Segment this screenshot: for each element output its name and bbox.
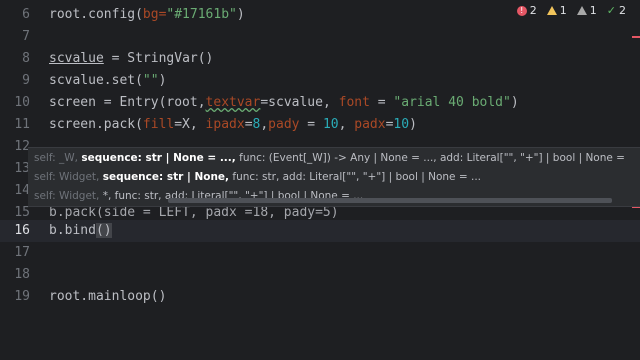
- line-number: 13: [14, 161, 30, 176]
- code-token: (): [95, 223, 112, 238]
- code-line[interactable]: root.config(bg="#17161b"): [49, 4, 245, 26]
- code-token: scvalue.set(: [49, 73, 143, 88]
- code-line[interactable]: scvalue.set(""): [49, 70, 166, 92]
- errors-count-value: 2: [529, 4, 537, 17]
- code-token: = StringVar(): [103, 51, 214, 66]
- signature-row[interactable]: self: _W, sequence: str | None = ..., fu…: [34, 149, 625, 167]
- param-dim: self: _W,: [34, 152, 79, 164]
- code-token: 10: [322, 117, 339, 132]
- code-token-warning: textvar: [205, 95, 261, 110]
- inspections-widget[interactable]: ! 2 1 1 ✓ 2: [516, 4, 626, 17]
- code-token: =scvalue,: [260, 95, 339, 110]
- line-number: 18: [14, 267, 30, 282]
- code-token: =X,: [174, 117, 206, 132]
- line-number: 17: [14, 245, 30, 260]
- signature-row[interactable]: self: Widget, sequence: str | None, func…: [34, 168, 481, 186]
- line-number-current: 16: [14, 223, 30, 238]
- param-dim: self: Widget,: [34, 190, 100, 202]
- error-marker[interactable]: [632, 36, 640, 38]
- param-rest: func: (Event[_W]) -> Any | None = ..., a…: [235, 152, 625, 164]
- code-token: "": [142, 73, 159, 88]
- errors-count[interactable]: ! 2: [516, 4, 537, 17]
- code-token: screen = Entry(root,: [49, 95, 206, 110]
- code-token: root.config(: [49, 7, 143, 22]
- code-token: ): [236, 7, 245, 22]
- warning-icon: [546, 6, 557, 15]
- code-token: 10: [393, 117, 410, 132]
- code-token: fill: [142, 117, 175, 132]
- line-number: 11: [14, 117, 30, 132]
- code-token: ,: [260, 117, 269, 132]
- line-number: 6: [22, 7, 30, 22]
- line-number: 19: [14, 289, 30, 304]
- code-token: scvalue: [49, 51, 104, 66]
- weak-warnings-count[interactable]: 1: [576, 4, 597, 17]
- line-number: 10: [14, 95, 30, 110]
- typos-count-value: 2: [619, 4, 626, 17]
- line-number: 12: [14, 139, 30, 154]
- line-number: 8: [22, 51, 30, 66]
- warnings-count-value: 1: [559, 4, 567, 17]
- param-current: sequence: str | None,: [102, 171, 230, 183]
- warnings-count[interactable]: 1: [546, 4, 567, 17]
- code-token: screen.pack(: [49, 117, 143, 132]
- parameter-info-popup: self: _W, sequence: str | None = ..., fu…: [28, 147, 640, 207]
- code-token: "arial 40 bold": [393, 95, 511, 110]
- code-line[interactable]: screen.pack(fill=X, ipadx=8,pady = 10, p…: [49, 114, 417, 136]
- code-line-current[interactable]: b.bind(): [49, 220, 112, 242]
- popup-scrollbar[interactable]: [168, 198, 612, 203]
- param-current: sequence: str | None = ...,: [81, 152, 236, 164]
- code-token: pady: [268, 117, 300, 132]
- param-rest: func: str, add: Literal["", "+"] | bool …: [229, 171, 481, 183]
- code-token: ): [158, 73, 167, 88]
- check-icon: ✓: [606, 4, 616, 17]
- weak-warnings-count-value: 1: [589, 4, 597, 17]
- line-number: 9: [22, 73, 30, 88]
- code-token: "#17161b": [166, 7, 237, 22]
- code-line[interactable]: scvalue = StringVar(): [49, 48, 213, 70]
- typos-count[interactable]: ✓ 2: [607, 4, 626, 17]
- line-number: 7: [22, 29, 30, 44]
- code-token: font: [338, 95, 370, 110]
- weak-warning-icon: [576, 6, 587, 15]
- error-icon: !: [516, 5, 527, 16]
- code-token: =: [369, 95, 394, 110]
- code-token: =: [299, 117, 323, 132]
- code-token: ipadx: [205, 117, 245, 132]
- code-token: padx: [354, 117, 386, 132]
- line-number: 14: [14, 183, 30, 198]
- code-token: ): [510, 95, 519, 110]
- code-token: =: [244, 117, 253, 132]
- code-token: b.bind: [49, 223, 96, 238]
- code-line[interactable]: screen = Entry(root,textvar=scvalue, fon…: [49, 92, 519, 114]
- code-token: ,: [338, 117, 355, 132]
- code-line[interactable]: root.mainloop(): [49, 286, 166, 308]
- param-dim: self: Widget,: [34, 171, 100, 183]
- code-token: ): [409, 117, 417, 132]
- code-token: bg=: [142, 7, 167, 22]
